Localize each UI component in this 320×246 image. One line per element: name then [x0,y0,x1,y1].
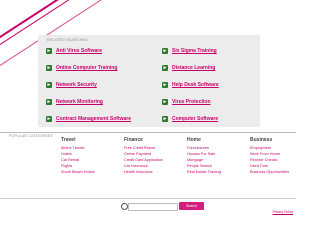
search-input[interactable] [128,203,178,211]
category-column-business: Business Employment Work From Home Reord… [250,137,294,175]
arrow-right-icon: ► [162,116,168,122]
arrow-right-icon: ► [46,82,52,88]
related-link-label: Network Security [56,82,97,88]
arrow-right-icon: ► [162,48,168,54]
related-link-label: Network Monitoring [56,99,103,105]
related-link-label: Distance Learning [172,65,216,71]
category-column-home: Home Foreclosures Houses For Sale Mortga… [187,137,221,175]
related-searches-title: RELATED SEARCHES [47,38,88,42]
related-link-left-2[interactable]: ► Network Security [46,80,97,90]
arrow-right-icon: ► [46,99,52,105]
category-column-travel: Travel Airline Tickets Hotels Car Rental… [61,137,95,175]
arrow-right-icon: ► [46,65,52,71]
related-link-label: Online Computer Training [56,65,118,71]
related-link-label: Anti Virus Software [56,48,103,54]
related-link-left-4[interactable]: ► Contract Management Software [46,114,131,124]
arrow-right-icon: ► [162,99,168,105]
related-links: ► Anti Virus Software ► Online Computer … [38,43,260,127]
search-button[interactable]: Search [179,202,204,210]
category-link[interactable]: Real Estate Training [187,169,221,175]
related-link-label: Six Sigma Training [172,48,217,54]
category-heading: Travel [61,137,76,143]
popular-categories: POPULAR CATEGORIES Travel Airline Ticket… [0,132,296,195]
category-column-finance: Finance Free Credit Report Online Paymen… [124,137,163,175]
related-link-right-1[interactable]: ► Distance Learning [162,63,215,73]
category-link[interactable]: Business Opportunities [250,169,294,175]
related-link-right-4[interactable]: ► Computer Software [162,114,218,124]
related-link-label: Help Desk Software [172,82,219,88]
category-heading: Business [250,137,273,143]
arrow-right-icon: ► [162,82,168,88]
search-icon [121,203,128,210]
related-link-left-3[interactable]: ► Network Monitoring [46,97,103,107]
related-link-label: Contract Management Software [56,116,132,122]
related-link-right-0[interactable]: ► Six Sigma Training [162,46,217,56]
related-link-label: Virus Protection [172,99,211,105]
related-link-left-1[interactable]: ► Online Computer Training [46,63,117,73]
category-link[interactable]: Health Insurance [124,169,163,175]
arrow-right-icon: ► [46,116,52,122]
arrow-right-icon: ► [162,65,168,71]
related-link-right-2[interactable]: ► Help Desk Software [162,80,219,90]
popular-categories-label: POPULAR CATEGORIES [9,134,53,138]
related-link-left-0[interactable]: ► Anti Virus Software [46,46,102,56]
related-link-label: Computer Software [172,116,219,122]
category-heading: Home [187,137,201,143]
related-link-right-3[interactable]: ► Virus Protection [162,97,211,107]
category-link[interactable]: South Beach Hotels [61,169,95,175]
bottom-search-bar: Search Privacy Policy [0,198,296,221]
privacy-policy-link[interactable]: Privacy Policy [272,210,293,214]
arrow-right-icon: ► [46,48,52,54]
related-searches-panel: RELATED SEARCHES ► Anti Virus Software ►… [38,35,260,127]
category-heading: Finance [124,137,143,143]
